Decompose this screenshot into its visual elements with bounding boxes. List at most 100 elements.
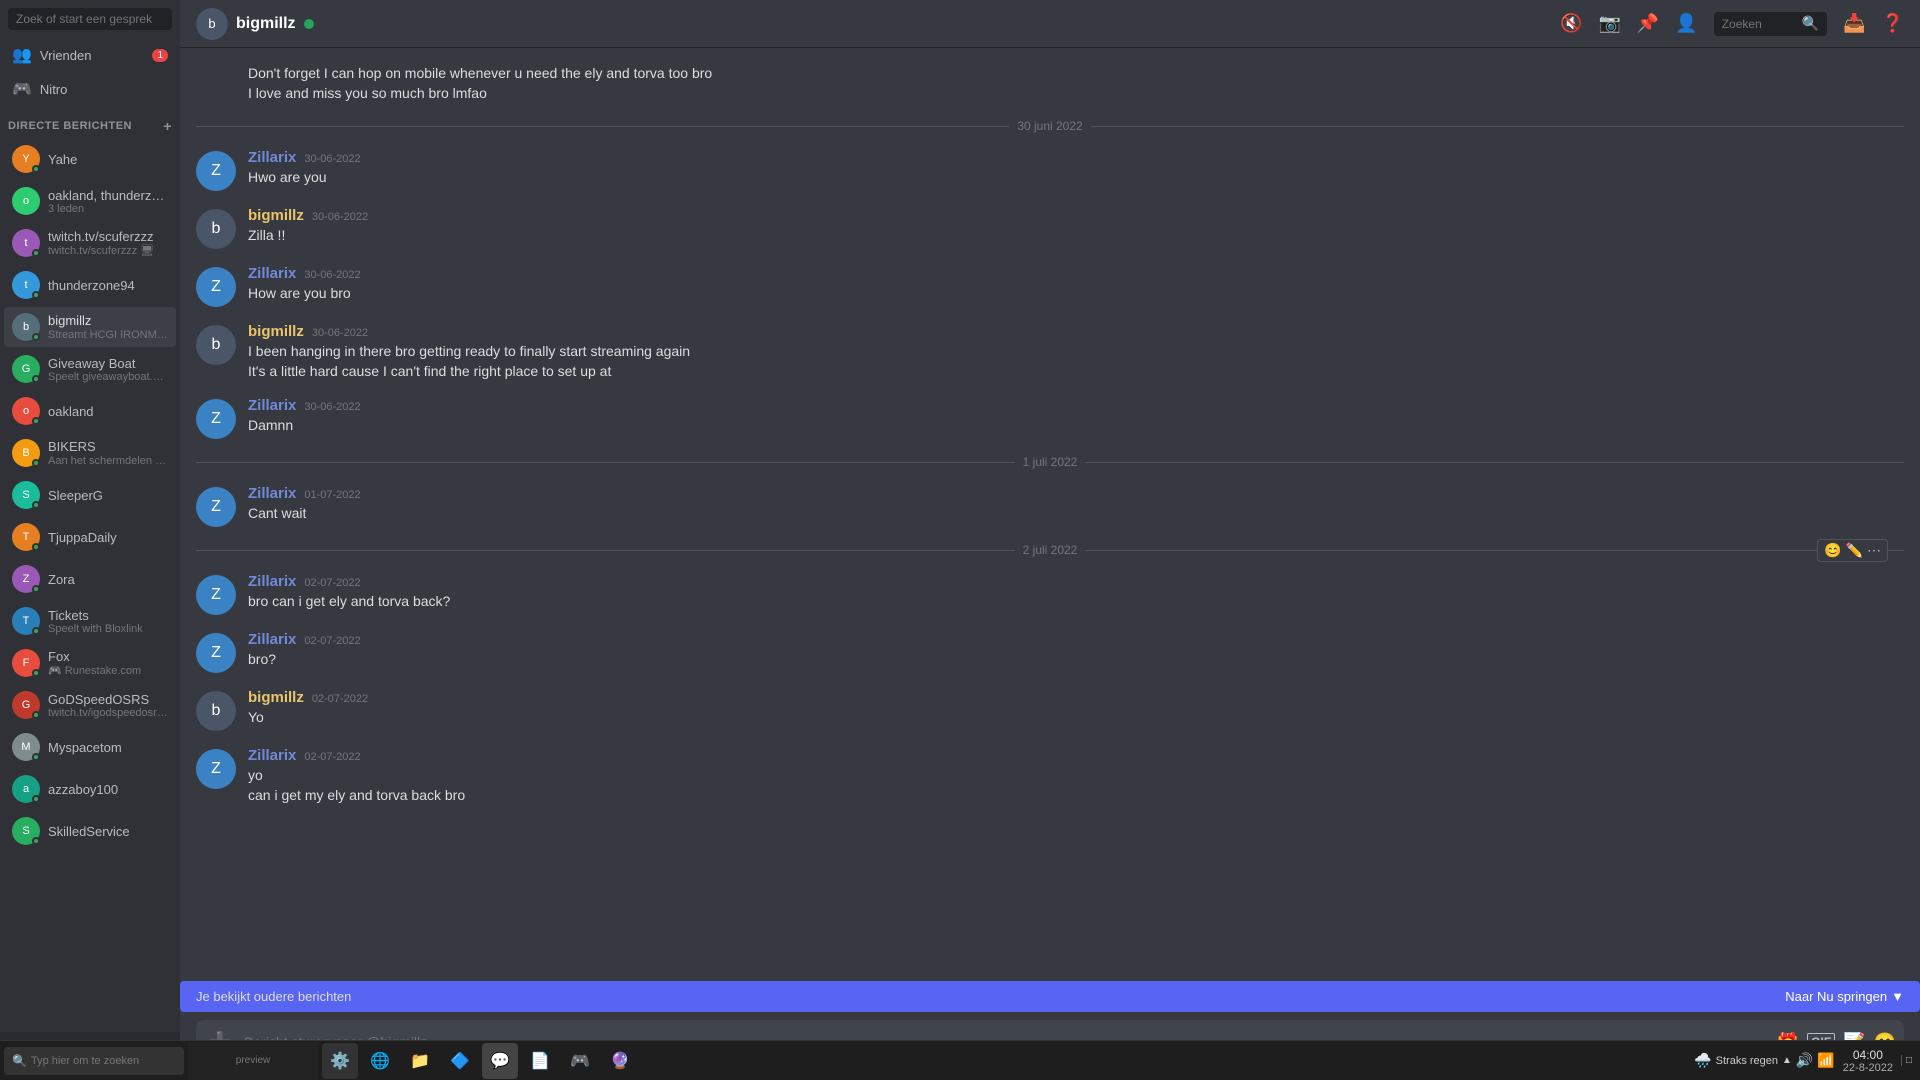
date-divider-2juli: 2 juli 2022 😊 ✏️ ⋯: [196, 543, 1904, 557]
date-divider-30juni: 30 juni 2022: [196, 119, 1904, 133]
taskbar-app-6[interactable]: 🎮: [562, 1043, 598, 1079]
message-text-5: Damnn: [248, 416, 1904, 436]
message-group-3: Z Zillarix 30-06-2022 How are you bro: [196, 265, 1904, 307]
volume-icon[interactable]: 🔊: [1796, 1052, 1813, 1069]
sidebar-item-fox[interactable]: F Fox 🎮 Runestake.com: [4, 643, 176, 683]
taskbar-app-5[interactable]: 📄: [522, 1043, 558, 1079]
more-icon[interactable]: ⋯: [1867, 542, 1881, 559]
weather-text: Straks regen: [1716, 1055, 1778, 1067]
sidebar-item-oakland-tz94[interactable]: o oakland, thunderzone94 3 leden: [4, 181, 176, 221]
message-group-1: Z Zillarix 30-06-2022 Hwo are you: [196, 149, 1904, 191]
search-box[interactable]: [8, 8, 172, 30]
message-content-1: Zillarix 30-06-2022 Hwo are you: [248, 149, 1904, 191]
sidebar-item-godspeedosrs[interactable]: G GoDSpeedOSRS twitch.tv/igodspeedosrs-d…: [4, 685, 176, 725]
message-group-5: Z Zillarix 30-06-2022 Damnn: [196, 397, 1904, 439]
mute-icon[interactable]: 🔇: [1560, 13, 1582, 34]
avatar-oakland-tz94: o: [12, 187, 40, 215]
sidebar-item-giveaway-boat[interactable]: G Giveaway Boat Speelt giveawayboat.com …: [4, 349, 176, 389]
sidebar-item-azzaboy100[interactable]: a azzaboy100: [4, 769, 176, 809]
message-text-3: How are you bro: [248, 284, 1904, 304]
inbox-icon[interactable]: 📥: [1843, 13, 1865, 34]
taskbar-left: 🔍 preview ⚙️ 🌐 📁 🔷 💬 📄 🎮 🔮: [0, 1042, 638, 1080]
avatar-godspeedosrs: G: [12, 691, 40, 719]
search-input[interactable]: [16, 12, 164, 26]
message-text-early-2: I love and miss you so much bro lmfao: [248, 84, 1904, 104]
sidebar-item-bikers[interactable]: B BIKERS Aan het schermdelen 🖥: [4, 433, 176, 473]
taskbar-app-chrome[interactable]: 🌐: [362, 1043, 398, 1079]
sidebar-item-tjuppadaily[interactable]: T TjuppaDaily: [4, 517, 176, 557]
message-content-6: Zillarix 01-07-2022 Cant wait: [248, 485, 1904, 527]
sidebar-item-skilledservice[interactable]: S SkilledService: [4, 811, 176, 851]
add-dm-icon[interactable]: +: [163, 118, 172, 134]
message-group-9: b bigmillz 02-07-2022 Yo: [196, 689, 1904, 731]
sidebar-item-zora[interactable]: Z Zora: [4, 559, 176, 599]
edit-icon[interactable]: ✏️: [1846, 542, 1863, 559]
taskbar-search-input[interactable]: [31, 1055, 176, 1067]
message-avatar-zillarix-7: Z: [196, 749, 236, 789]
sidebar-item-thunderzone94[interactable]: t thunderzone94: [4, 265, 176, 305]
sidebar: 👥 Vrienden 1 🎮 Nitro DIRECTE BERICHTEN +…: [0, 0, 180, 1080]
message-timestamp-5: 30-06-2022: [304, 401, 360, 413]
message-avatar-bigmillz-2: b: [196, 325, 236, 365]
label-godspeedosrs: GoDSpeedOSRS: [48, 692, 168, 707]
sidebar-item-yahe[interactable]: Y Yahe: [4, 139, 176, 179]
message-timestamp-7: 02-07-2022: [304, 577, 360, 589]
sidebar-item-sleeperg[interactable]: S SleeperG: [4, 475, 176, 515]
avatar-myspacetom: M: [12, 733, 40, 761]
chat-messages: Don't forget I can hop on mobile wheneve…: [180, 48, 1920, 973]
message-content-8: Zillarix 02-07-2022 bro?: [248, 631, 1904, 673]
sidebar-item-friends[interactable]: 👥 Vrienden 1: [4, 39, 176, 71]
search-icon-taskbar: 🔍: [12, 1054, 27, 1068]
label-tjuppadaily: TjuppaDaily: [48, 530, 117, 545]
taskbar-show-desktop[interactable]: □: [1901, 1055, 1912, 1066]
message-header-1: Zillarix 30-06-2022: [248, 149, 1904, 166]
message-header-4: bigmillz 30-06-2022: [248, 323, 1904, 340]
taskbar-search[interactable]: 🔍: [4, 1047, 184, 1075]
sidebar-item-twitch-scuferzzz[interactable]: t twitch.tv/scuferzzz twitch.tv/scuferzz…: [4, 223, 176, 263]
sublabel-bikers: Aan het schermdelen 🖥: [48, 454, 168, 467]
sidebar-item-oakland[interactable]: o oakland: [4, 391, 176, 431]
add-friend-icon[interactable]: 👤: [1675, 13, 1697, 34]
avatar-tjuppadaily: T: [12, 523, 40, 551]
header-search-box[interactable]: 🔍: [1714, 12, 1827, 36]
label-oakland-tz94: oakland, thunderzone94: [48, 188, 168, 203]
divider-line-left-1: [196, 462, 1015, 463]
jump-to-present-button[interactable]: Naar Nu springen ▼: [1785, 989, 1904, 1004]
message-group-early: Don't forget I can hop on mobile wheneve…: [196, 64, 1904, 103]
message-username-bigmillz-2: bigmillz: [248, 323, 304, 340]
video-icon[interactable]: 📷: [1598, 13, 1620, 34]
sidebar-item-bigmillz[interactable]: b bigmillz Streamt HCGI IRONMAN /... 🖥: [4, 307, 176, 347]
taskbar-app-4[interactable]: 🔷: [442, 1043, 478, 1079]
main-chat: b bigmillz 🔇 📷 📌 👤 🔍 📥 ❓: [180, 0, 1920, 1080]
chrome-icon: 🌐: [370, 1051, 390, 1071]
taskbar-app-1[interactable]: ⚙️: [322, 1043, 358, 1079]
expand-tray-icon[interactable]: ▲: [1782, 1055, 1792, 1066]
avatar-thunderzone94: t: [12, 271, 40, 299]
sidebar-item-nitro[interactable]: 🎮 Nitro: [4, 73, 176, 105]
divider-text-30juni: 30 juni 2022: [1017, 119, 1082, 133]
sublabel-giveaway-boat: Speelt giveawayboat.com | g.h...: [48, 371, 168, 383]
chat-header-name: bigmillz: [236, 15, 296, 33]
taskbar-app-discord[interactable]: 💬: [482, 1043, 518, 1079]
avatar-yahe: Y: [12, 145, 40, 173]
message-text-4b: It's a little hard cause I can't find th…: [248, 362, 1904, 382]
network-icon[interactable]: 📶: [1817, 1052, 1834, 1069]
react-icon[interactable]: 😊: [1824, 542, 1841, 559]
pin-icon[interactable]: 📌: [1637, 13, 1659, 34]
taskbar-app-7[interactable]: 🔮: [602, 1043, 638, 1079]
avatar-skilledservice: S: [12, 817, 40, 845]
help-icon[interactable]: ❓: [1882, 13, 1904, 34]
message-timestamp-2: 30-06-2022: [312, 211, 368, 223]
label-bikers: BIKERS: [48, 439, 168, 454]
sublabel-fox: 🎮 Runestake.com: [48, 664, 141, 677]
avatar-tickets: T: [12, 607, 40, 635]
taskbar-clock[interactable]: 04:00 22-8-2022: [1843, 1048, 1893, 1074]
older-messages-banner: Je bekijkt oudere berichten Naar Nu spri…: [180, 981, 1920, 1012]
avatar-giveaway-boat: G: [12, 355, 40, 383]
sidebar-item-tickets[interactable]: T Tickets Speelt with Bloxlink: [4, 601, 176, 641]
header-search-input[interactable]: [1722, 17, 1802, 31]
label-giveaway-boat: Giveaway Boat: [48, 356, 168, 371]
divider-line-right: [1091, 126, 1904, 127]
sidebar-item-myspacetom[interactable]: M Myspacetom: [4, 727, 176, 767]
taskbar-app-files[interactable]: 📁: [402, 1043, 438, 1079]
